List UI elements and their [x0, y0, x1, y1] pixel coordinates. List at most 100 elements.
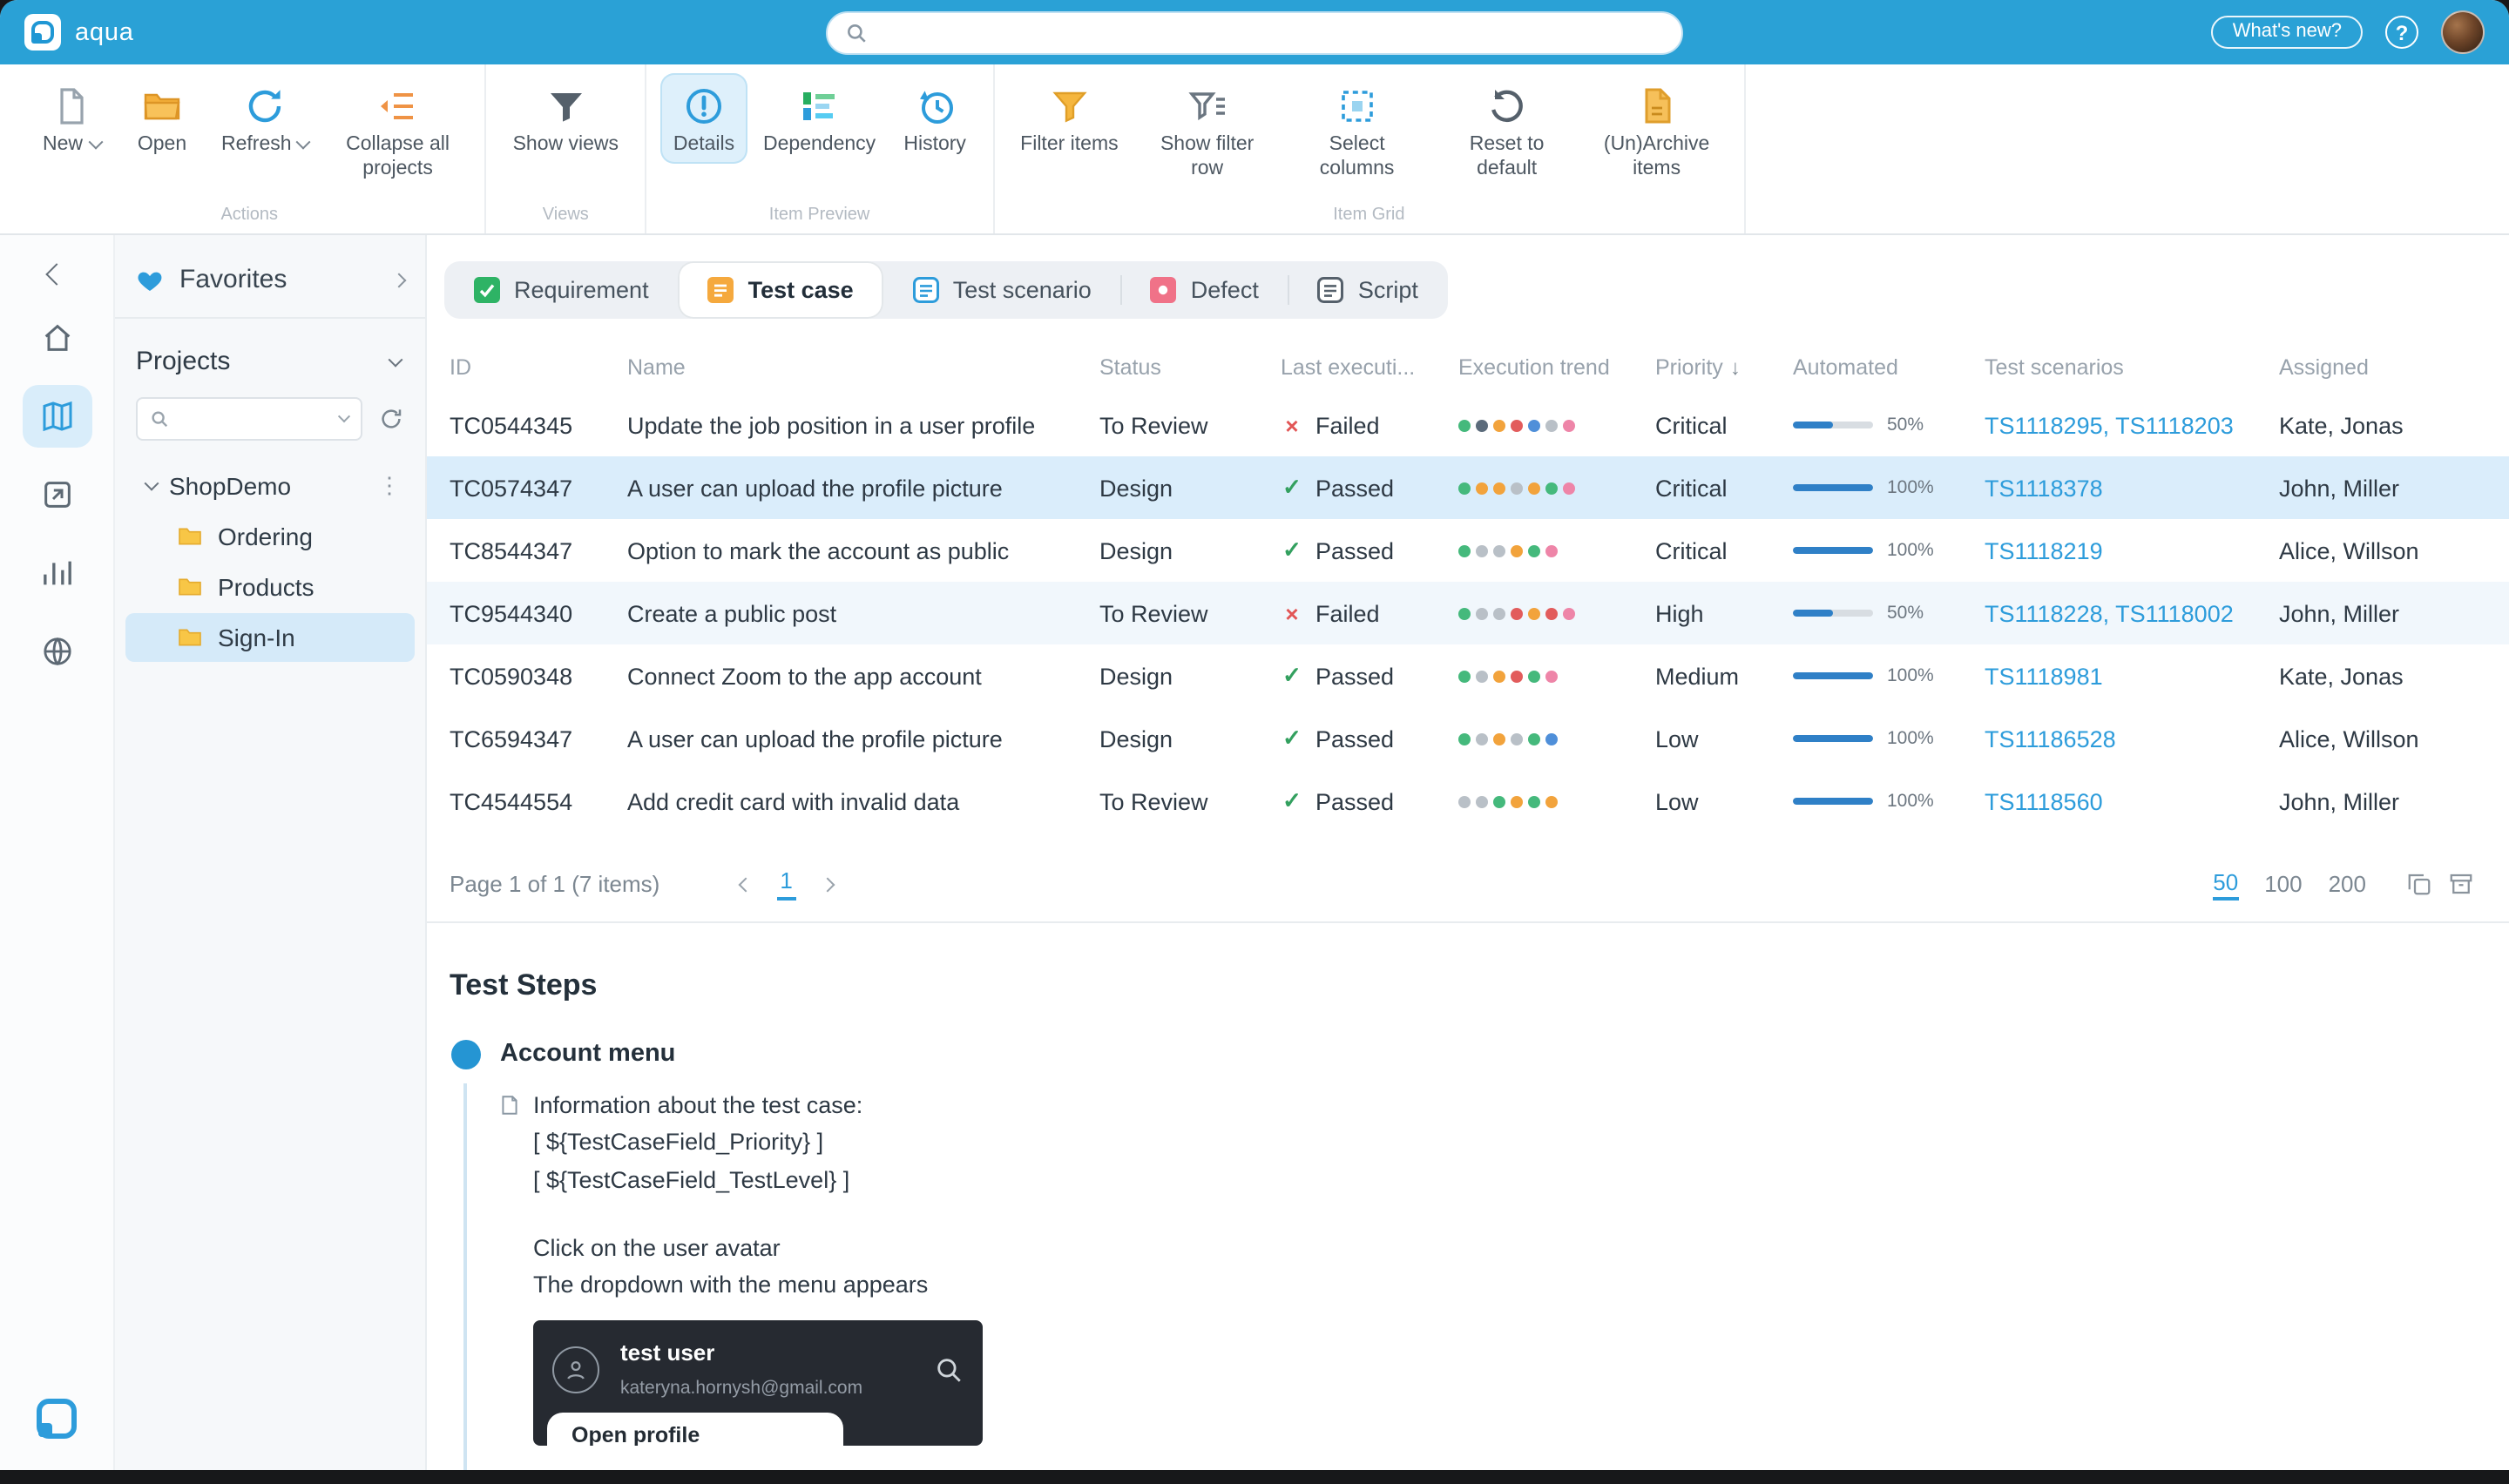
cell-id: TC4544554 [450, 788, 627, 814]
show-views-icon [544, 84, 586, 127]
current-page[interactable]: 1 [776, 867, 795, 901]
aqua-app: aqua What's new? ? New Open [0, 0, 2509, 1470]
column-header-automated[interactable]: Automated [1793, 355, 1985, 380]
test-case-table: ID Name Status Last executi... Execution… [427, 341, 2509, 833]
sort-desc-icon: ↓ [1730, 355, 1741, 380]
page-size-200[interactable]: 200 [2329, 871, 2366, 897]
execution-trend-dots [1458, 732, 1655, 745]
column-header-last-execution[interactable]: Last executi... [1281, 355, 1458, 380]
globe-icon [39, 634, 74, 669]
aqua-logo-icon [24, 14, 61, 51]
tab-test-scenario[interactable]: Test scenario [883, 261, 1121, 319]
cell-assigned: John, Miller [2279, 600, 2474, 626]
archive-document-icon [1636, 84, 1678, 127]
step-field-line: [ ${TestCaseField_Priority} ] [533, 1124, 2474, 1162]
nav-projects-button[interactable] [22, 385, 91, 448]
tree-item-products[interactable]: Products [125, 563, 415, 611]
favorites-header[interactable]: Favorites [115, 235, 425, 319]
column-header-assigned[interactable]: Assigned [2279, 355, 2474, 380]
dependency-button[interactable]: Dependency [751, 73, 888, 165]
cell-name: Connect Zoom to the app account [627, 663, 1099, 689]
nav-home-button[interactable] [22, 307, 91, 369]
copy-icon[interactable] [2406, 871, 2432, 897]
favorites-title: Favorites [179, 265, 287, 294]
help-button[interactable]: ? [2385, 16, 2418, 49]
table-row[interactable]: TC0544345 Update the job position in a u… [427, 394, 2509, 456]
column-header-test-scenarios[interactable]: Test scenarios [1985, 355, 2279, 380]
user-avatar[interactable] [2441, 10, 2485, 54]
tab-defect[interactable]: Defect [1121, 261, 1288, 319]
cell-status: Design [1099, 537, 1281, 563]
tab-script[interactable]: Script [1288, 261, 1448, 319]
refresh-button[interactable]: Refresh [209, 73, 321, 165]
requirement-icon [474, 277, 500, 303]
details-button[interactable]: Details [660, 73, 747, 165]
new-document-icon [51, 84, 92, 127]
refresh-projects-button[interactable] [378, 406, 404, 432]
table-row[interactable]: TC8544347 Option to mark the account as … [427, 519, 2509, 582]
step-attachment-screenshot[interactable]: test user kateryna.hornysh@gmail.com Ope… [533, 1319, 983, 1445]
cell-last-execution: ✓Passed [1281, 787, 1458, 815]
open-button[interactable]: Open [118, 73, 206, 165]
previous-page-icon[interactable] [738, 877, 753, 892]
kebab-menu-icon[interactable]: ⋮ [378, 472, 401, 500]
test-scenario-links[interactable]: TS1118981 [1985, 663, 2279, 689]
brand-name: aqua [75, 18, 134, 46]
topbar: aqua What's new? ? [0, 0, 2509, 64]
ribbon-group-views: Show views Views [487, 64, 646, 233]
collapse-all-projects-button[interactable]: Collapse all projects [325, 73, 471, 190]
test-scenario-links[interactable]: TS1118560 [1985, 788, 2279, 814]
table-row[interactable]: TC9544340 Create a public post To Review… [427, 582, 2509, 644]
global-search-input[interactable] [826, 10, 1683, 54]
test-scenario-links[interactable]: TS1118219 [1985, 537, 2279, 563]
nav-integrations-button[interactable] [22, 620, 91, 683]
table-row-selected[interactable]: TC0574347 A user can upload the profile … [427, 456, 2509, 519]
table-row[interactable]: TC4544554 Add credit card with invalid d… [427, 770, 2509, 833]
nav-reports-button[interactable] [22, 542, 91, 604]
table-row[interactable]: TC0590348 Connect Zoom to the app accoun… [427, 644, 2509, 707]
cell-priority: High [1655, 600, 1793, 626]
column-header-status[interactable]: Status [1099, 355, 1281, 380]
next-page-icon[interactable] [820, 877, 835, 892]
test-scenario-links[interactable]: TS1118378 [1985, 475, 2279, 501]
cell-priority: Low [1655, 788, 1793, 814]
execution-result-icon: ✓ [1281, 787, 1303, 815]
column-header-id[interactable]: ID [450, 355, 627, 380]
archive-box-icon[interactable] [2448, 871, 2474, 897]
ribbon-group-item-preview: Details Dependency History Item Preview [646, 64, 994, 233]
whats-new-button[interactable]: What's new? [2212, 16, 2363, 49]
show-views-button[interactable]: Show views [501, 73, 631, 165]
ribbon-group-item-grid: Filter items Show filter row Select colu… [994, 64, 1745, 233]
page-size-100[interactable]: 100 [2264, 871, 2302, 897]
new-button[interactable]: New [28, 73, 115, 165]
collapse-sidebar-button[interactable] [49, 260, 64, 291]
projects-search-input[interactable] [136, 397, 362, 441]
step-instruction: The dropdown with the menu appears [533, 1267, 2474, 1305]
tree-item-sign-in[interactable]: Sign-In [125, 613, 415, 662]
test-scenario-links[interactable]: TS11186528 [1985, 725, 2279, 752]
tab-requirement[interactable]: Requirement [444, 261, 679, 319]
note-icon [498, 1094, 521, 1116]
history-button[interactable]: History [891, 73, 978, 165]
reset-to-default-button[interactable]: Reset to default [1434, 73, 1580, 190]
column-header-execution-trend[interactable]: Execution trend [1458, 355, 1655, 380]
ribbon-group-label: Item Grid [1008, 200, 1729, 233]
test-step: Account menu Information about the test … [450, 1040, 2474, 1445]
unarchive-items-button[interactable]: (Un)Archive items [1584, 73, 1730, 190]
tree-root-shopdemo[interactable]: ShopDemo ⋮ [125, 462, 415, 510]
show-filter-row-button[interactable]: Show filter row [1134, 73, 1281, 190]
table-row[interactable]: TC6594347 A user can upload the profile … [427, 707, 2509, 770]
tab-test-case[interactable]: Test case [679, 261, 883, 319]
column-header-name[interactable]: Name [627, 355, 1099, 380]
test-scenario-links[interactable]: TS1118295, TS1118203 [1985, 412, 2279, 438]
filter-items-button[interactable]: Filter items [1008, 73, 1130, 165]
cell-assigned: Kate, Jonas [2279, 412, 2474, 438]
tree-item-ordering[interactable]: Ordering [125, 512, 415, 561]
column-header-priority[interactable]: Priority↓ [1655, 355, 1793, 380]
test-scenario-links[interactable]: TS1118228, TS1118002 [1985, 600, 2279, 626]
page-size-50[interactable]: 50 [2213, 868, 2238, 900]
cell-assigned: Kate, Jonas [2279, 663, 2474, 689]
select-columns-button[interactable]: Select columns [1284, 73, 1430, 190]
nav-releases-button[interactable] [22, 463, 91, 526]
projects-section-header[interactable]: Projects [115, 319, 425, 390]
